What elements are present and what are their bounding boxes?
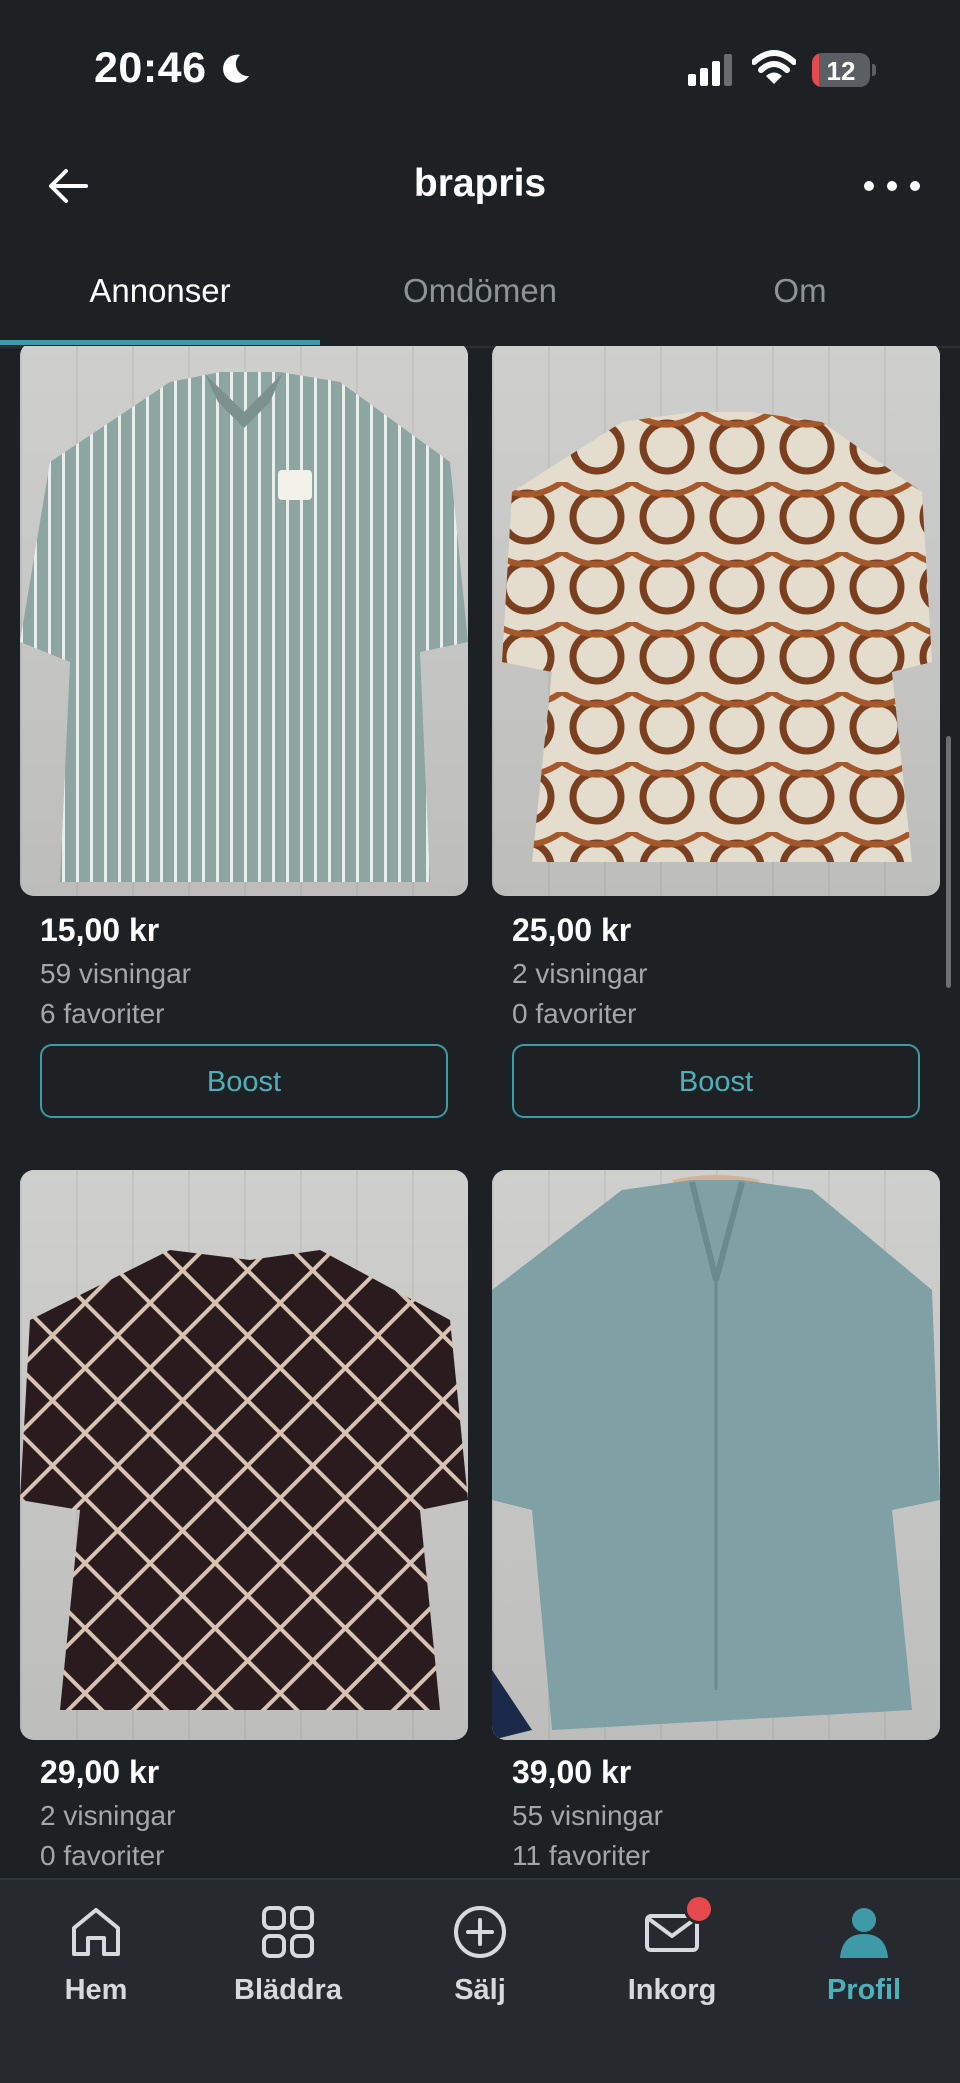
nav-label-hem: Hem — [64, 1974, 128, 2006]
moon-icon — [223, 54, 249, 83]
nav-label-profil: Profil — [826, 1974, 902, 2006]
listing-views: 59 visningar — [40, 958, 191, 989]
listing-price: 29,00 kr — [40, 1754, 160, 1790]
more-options-icon[interactable] — [864, 178, 920, 194]
listings-grid: 15,00 kr 59 visningar 6 favoriter Boost … — [0, 346, 960, 1876]
nav-label-inkorg: Inkorg — [627, 1974, 717, 2006]
status-time: 20:46 — [94, 44, 207, 92]
listing-favorites: 6 favoriter — [40, 998, 165, 1029]
listing-photo[interactable] — [492, 346, 940, 896]
nav-bladdra[interactable]: Bläddra — [192, 1902, 384, 2007]
bottom-navigation: Hem Bläddra Sälj Inkorg Profil — [0, 1878, 960, 2083]
listing-price: 15,00 kr — [40, 912, 160, 948]
listing-card[interactable]: 25,00 kr 2 visningar 0 favoriter Boost — [492, 346, 940, 1126]
lattice-blouse-image — [20, 1250, 468, 1710]
satin-shirt-image — [492, 1175, 940, 1740]
nav-inkorg[interactable]: Inkorg — [576, 1894, 768, 2007]
person-icon — [840, 1908, 888, 1958]
notification-badge — [684, 1894, 714, 1924]
listing-card[interactable]: 29,00 kr 2 visningar 0 favoriter — [20, 1170, 468, 1876]
listing-card[interactable]: 39,00 kr 55 visningar 11 favoriter — [492, 1170, 940, 1876]
tab-annonser[interactable]: Annonser — [0, 272, 320, 310]
battery-indicator: 12 — [812, 53, 876, 87]
wifi-icon — [752, 50, 796, 84]
home-icon — [72, 1908, 120, 1956]
nav-profil[interactable]: Profil — [768, 1902, 960, 2007]
status-bar: 20:46 12 — [0, 0, 960, 140]
plus-circle-icon — [454, 1906, 506, 1958]
battery-percentage: 12 — [826, 56, 856, 86]
boost-button[interactable]: Boost — [512, 1044, 920, 1118]
listing-photo[interactable] — [20, 1170, 468, 1740]
listing-favorites: 0 favoriter — [512, 998, 637, 1029]
listing-views: 55 visningar — [512, 1800, 663, 1831]
listing-photo[interactable] — [492, 1170, 940, 1740]
listing-price: 39,00 kr — [512, 1754, 632, 1790]
grid-icon — [262, 1906, 314, 1958]
listing-favorites: 0 favoriter — [40, 1840, 165, 1871]
tab-om[interactable]: Om — [640, 272, 960, 310]
scrollbar[interactable] — [946, 736, 951, 988]
nav-label-bladdra: Bläddra — [234, 1974, 342, 2006]
top-app-bar: brapris — [0, 140, 960, 250]
listing-price: 25,00 kr — [512, 912, 632, 948]
listing-views: 2 visningar — [40, 1800, 176, 1831]
listing-photo[interactable] — [20, 346, 468, 896]
profile-tabs: Annonser Omdömen Om — [0, 250, 960, 348]
tab-omdomen[interactable]: Omdömen — [320, 272, 640, 310]
listing-views: 2 visningar — [512, 958, 648, 989]
striped-shirt-image — [20, 372, 468, 882]
listing-favorites: 11 favoriter — [512, 1840, 650, 1871]
nav-salj[interactable]: Sälj — [384, 1902, 576, 2007]
nav-label-salj: Sälj — [454, 1974, 506, 2006]
page-title: brapris — [413, 162, 547, 205]
patterned-blouse-image — [502, 412, 932, 862]
active-tab-indicator — [0, 340, 320, 345]
cellular-signal-icon — [688, 54, 732, 86]
nav-hem[interactable]: Hem — [0, 1902, 192, 2007]
listing-card[interactable]: 15,00 kr 59 visningar 6 favoriter Boost — [20, 346, 468, 1126]
boost-button[interactable]: Boost — [40, 1044, 448, 1118]
